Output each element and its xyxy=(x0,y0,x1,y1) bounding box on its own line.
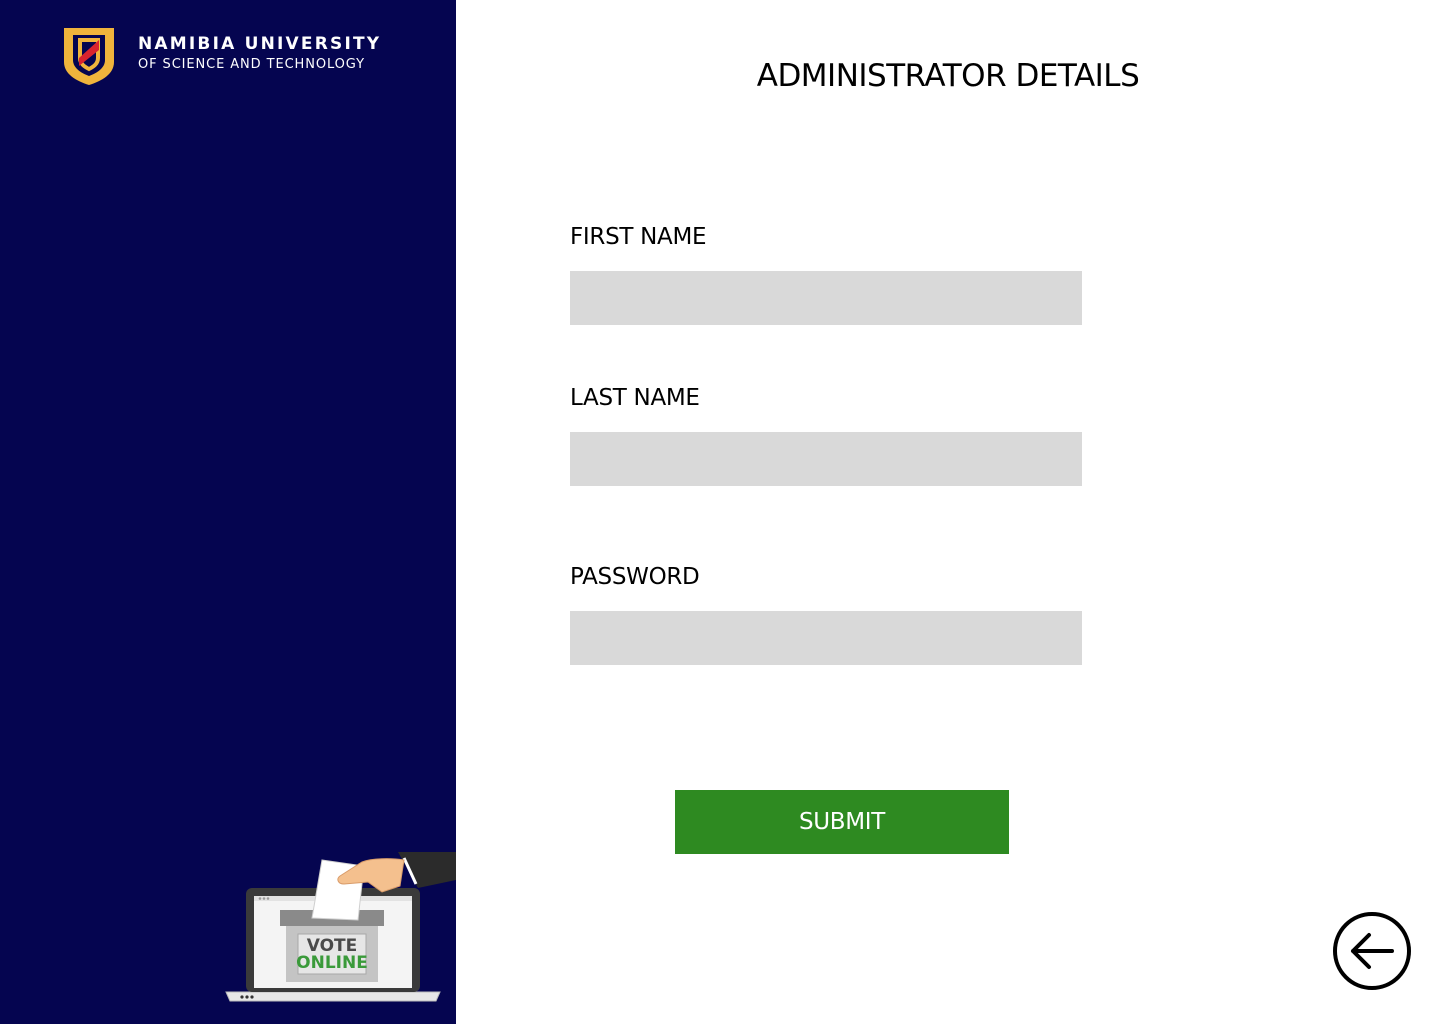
password-input[interactable] xyxy=(570,611,1082,665)
first-name-label: FIRST NAME xyxy=(570,224,707,250)
vote-online-illustration: VOTE ONLINE xyxy=(225,852,456,1002)
page-title: ADMINISTRATOR DETAILS xyxy=(756,58,1140,94)
first-name-input[interactable] xyxy=(570,271,1082,325)
last-name-label: LAST NAME xyxy=(570,385,700,411)
logo-line-1: Namibia University xyxy=(138,34,382,54)
password-label: PASSWORD xyxy=(570,564,700,590)
university-shield-icon xyxy=(64,28,114,85)
submit-button[interactable]: SUBMIT xyxy=(675,790,1009,854)
logo-wordmark: Namibia University of Science and Techno… xyxy=(138,34,381,76)
last-name-input[interactable] xyxy=(570,432,1082,486)
logo-line-2: of Science and Technology xyxy=(138,57,365,72)
back-button[interactable] xyxy=(1332,911,1412,991)
arrow-left-circle-icon xyxy=(1333,912,1411,990)
university-logo: Namibia University of Science and Techno… xyxy=(60,24,379,88)
online-label: ONLINE xyxy=(296,953,368,973)
sidebar: Namibia University of Science and Techno… xyxy=(0,0,456,1024)
